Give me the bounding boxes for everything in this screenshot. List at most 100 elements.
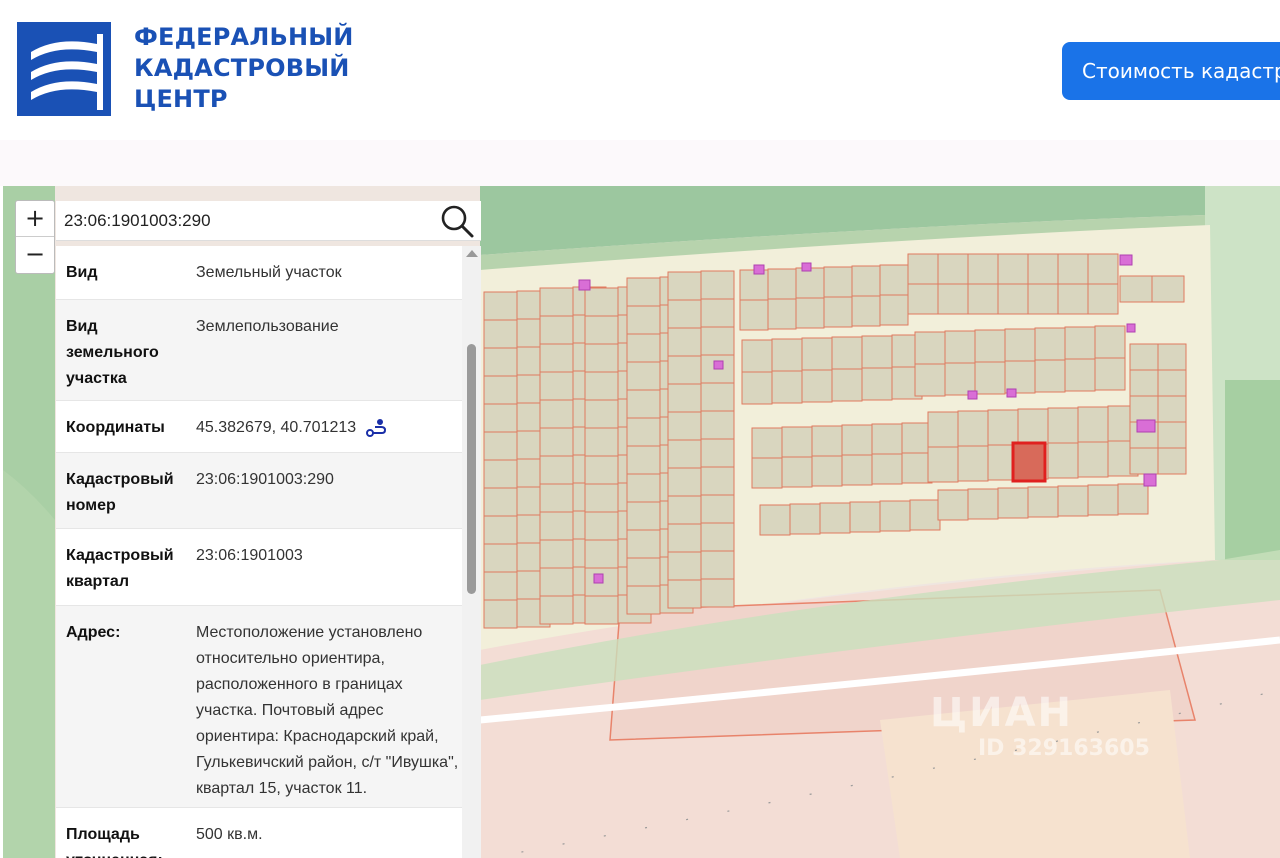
parcel[interactable] <box>1151 275 1185 303</box>
parcel[interactable] <box>539 343 574 373</box>
parcel[interactable] <box>667 383 702 413</box>
parcel[interactable] <box>584 539 619 569</box>
parcel[interactable] <box>483 543 518 573</box>
parcel[interactable] <box>767 268 797 300</box>
parcel[interactable] <box>539 595 574 625</box>
parcel[interactable] <box>1157 395 1187 423</box>
parcel[interactable] <box>781 426 813 458</box>
parcel[interactable] <box>1017 408 1049 445</box>
parcel[interactable] <box>907 253 939 285</box>
parcel[interactable] <box>483 375 518 405</box>
parcel[interactable] <box>879 500 911 532</box>
parcel[interactable] <box>879 294 909 326</box>
parcel[interactable] <box>1094 357 1126 391</box>
parcel[interactable] <box>539 371 574 401</box>
parcel[interactable] <box>539 399 574 429</box>
parcel[interactable] <box>957 445 989 482</box>
parcel[interactable] <box>667 439 702 469</box>
parcel[interactable] <box>997 253 1029 285</box>
parcel[interactable] <box>759 504 791 536</box>
parcel[interactable] <box>539 315 574 345</box>
parcel[interactable] <box>584 483 619 513</box>
parcel[interactable] <box>849 501 881 533</box>
parcel[interactable] <box>700 298 735 328</box>
parcel[interactable] <box>483 319 518 349</box>
route-icon[interactable] <box>365 418 387 438</box>
parcel[interactable] <box>831 368 863 402</box>
parcel[interactable] <box>879 264 909 296</box>
scroll-thumb[interactable] <box>467 344 476 594</box>
parcel[interactable] <box>1157 369 1187 397</box>
cadastral-cost-button[interactable]: Стоимость кадастр <box>1062 42 1280 100</box>
parcel[interactable] <box>1064 358 1096 392</box>
parcel[interactable] <box>667 299 702 329</box>
zoom-in-button[interactable]: + <box>16 201 54 237</box>
logo-text[interactable]: ФЕДЕРАЛЬНЫЙ КАДАСТРОВЫЙ ЦЕНТР <box>134 22 394 115</box>
parcel[interactable] <box>1047 407 1079 444</box>
parcel[interactable] <box>1129 395 1159 423</box>
parcel[interactable] <box>626 333 661 363</box>
parcel[interactable] <box>700 550 735 580</box>
parcel[interactable] <box>801 337 833 371</box>
parcel[interactable] <box>483 571 518 601</box>
parcel[interactable] <box>914 363 946 397</box>
parcel[interactable] <box>667 523 702 553</box>
parcel[interactable] <box>626 445 661 475</box>
parcel[interactable] <box>1047 442 1079 479</box>
parcel[interactable] <box>1129 369 1159 397</box>
parcel[interactable] <box>937 253 969 285</box>
parcel[interactable] <box>944 330 976 364</box>
parcel[interactable] <box>584 511 619 541</box>
parcel[interactable] <box>700 578 735 608</box>
parcel[interactable] <box>1094 325 1126 359</box>
parcel[interactable] <box>927 446 959 483</box>
parcel[interactable] <box>483 291 518 321</box>
parcel[interactable] <box>700 522 735 552</box>
scroll-up-arrow-icon[interactable] <box>466 250 478 257</box>
parcel[interactable] <box>626 473 661 503</box>
parcel[interactable] <box>751 457 783 489</box>
parcel[interactable] <box>823 296 853 328</box>
parcel[interactable] <box>1157 447 1187 475</box>
parcel[interactable] <box>819 502 851 534</box>
parcel[interactable] <box>871 453 903 485</box>
parcel[interactable] <box>1157 421 1187 449</box>
parcel[interactable] <box>539 539 574 569</box>
parcel[interactable] <box>823 266 853 298</box>
zoom-out-button[interactable]: − <box>16 237 54 273</box>
parcel[interactable] <box>700 438 735 468</box>
parcel[interactable] <box>1129 343 1159 371</box>
parcel[interactable] <box>851 265 881 297</box>
parcel[interactable] <box>771 370 803 404</box>
parcel[interactable] <box>751 427 783 459</box>
parcel[interactable] <box>1057 485 1089 517</box>
parcel[interactable] <box>584 371 619 401</box>
parcel[interactable] <box>811 425 843 457</box>
parcel[interactable] <box>1057 283 1089 315</box>
parcel[interactable] <box>1027 283 1059 315</box>
parcel[interactable] <box>851 295 881 327</box>
parcel[interactable] <box>974 329 1006 363</box>
parcel[interactable] <box>771 338 803 372</box>
parcel[interactable] <box>781 456 813 488</box>
parcel[interactable] <box>1087 283 1119 315</box>
parcel[interactable] <box>584 287 619 317</box>
parcel[interactable] <box>483 347 518 377</box>
parcel[interactable] <box>700 382 735 412</box>
parcel[interactable] <box>626 361 661 391</box>
parcel[interactable] <box>1117 483 1149 515</box>
parcel[interactable] <box>483 431 518 461</box>
parcel[interactable] <box>1004 328 1036 362</box>
panel-scrollbar[interactable] <box>462 246 481 858</box>
parcel[interactable] <box>700 466 735 496</box>
parcel[interactable] <box>584 455 619 485</box>
parcel[interactable] <box>974 361 1006 395</box>
parcel[interactable] <box>483 459 518 489</box>
parcel[interactable] <box>861 367 893 401</box>
parcel[interactable] <box>626 529 661 559</box>
parcel[interactable] <box>801 369 833 403</box>
parcel[interactable] <box>700 270 735 300</box>
parcel[interactable] <box>987 409 1019 446</box>
parcel[interactable] <box>539 455 574 485</box>
parcel[interactable] <box>667 495 702 525</box>
